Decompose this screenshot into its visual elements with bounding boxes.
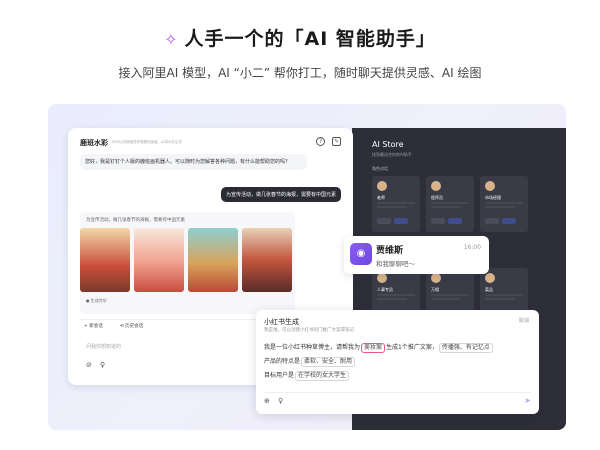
poster-image[interactable] [80, 228, 130, 292]
edit-icon[interactable]: ✎ [332, 137, 341, 146]
contact-time: 16:00 [463, 244, 481, 251]
store-title: AI Store [372, 140, 404, 149]
store-card[interactable]: 市场经理 [480, 176, 528, 232]
product-slot[interactable]: 美妆案 [361, 343, 386, 353]
poster-image[interactable] [188, 228, 238, 292]
sparkle-wand-icon: ✧ [164, 30, 179, 49]
avatar [431, 181, 441, 191]
writer-description: 我是谁，可以创建小红书热门推广文案或笔记 [264, 328, 354, 333]
chat-input[interactable]: 问我你想知道的 [86, 343, 121, 350]
store-card[interactable]: 程序员 [426, 176, 474, 232]
generation-status: ● 生成完毕 [86, 298, 107, 303]
bot-logo-icon: ◉ [350, 243, 372, 265]
store-section-label: 角色对话 [372, 166, 388, 171]
user-message-bubble: 为宣传活动，做几张春节的海报，需要有中国元素 [220, 187, 341, 202]
store-card[interactable]: 老师 [372, 176, 420, 232]
generation-result: 为宣传活动，做几张春节的海报，需要有中国元素 ● 生成完毕 [80, 212, 295, 314]
avatar [377, 181, 387, 191]
poster-image[interactable] [134, 228, 184, 292]
audience-slot[interactable]: 在学校的女大学生 [295, 371, 350, 381]
prompt-line: 产品的特点是 柔软、安全、耐用 [264, 356, 356, 367]
cancel-button[interactable]: 取消 [519, 317, 529, 324]
hero-title: ✧ 人手一个的「AI 智能助手」 [164, 28, 436, 50]
contact-name: 贾维斯 [376, 246, 404, 256]
prompt-line: 我是一位小红书种草博主，请帮我为 美妆案 生成1个推广文案， 传播强、有记忆点 [264, 342, 494, 353]
generation-prompt: 为宣传活动，做几张春节的海报，需要有中国元素 [86, 218, 185, 223]
avatar [431, 273, 441, 283]
store-subtitle: 找到最适合你的AI助手 [372, 152, 412, 157]
bulb-icon[interactable]: ♀ [100, 361, 105, 369]
hero-subtitle: 接入阿里AI 模型，AI “小二” 帮你打工，随时聊天提供灵感、AI 绘图 [118, 66, 482, 80]
chat-hint: 你可以向我描述你想要的画面，AI将为你生成 [112, 140, 182, 144]
contact-message: 和我聊聊吧～ [376, 260, 415, 268]
avatar [485, 273, 495, 283]
send-icon[interactable]: ➤ [524, 396, 531, 405]
style-slot[interactable]: 传播强、有记忆点 [438, 343, 493, 353]
avatar [377, 273, 387, 283]
plus-circle-icon[interactable]: ⊕ [264, 397, 270, 405]
feature-slot[interactable]: 柔软、安全、耐用 [301, 357, 356, 367]
xiaohongshu-writer-panel: 小红书生成 取消 我是谁，可以创建小红书热门推广文案或笔记 我是一位小红书种草博… [256, 310, 539, 414]
bulb-icon[interactable]: ♀ [278, 397, 283, 405]
paperclip-icon[interactable]: ⊘ [86, 361, 92, 369]
history-button[interactable]: ⟲ 历史会话 [120, 323, 143, 329]
prompt-line: 目标用户是 在学校的女大学生 [264, 370, 350, 381]
bot-greeting-bubble: 您好，我是钉钉个人版的鹿班画机器人。可以随时为您解答各种问题，有什么能帮助您的吗… [80, 154, 307, 170]
avatar [485, 181, 495, 191]
poster-image[interactable] [242, 228, 292, 292]
new-chat-button[interactable]: + 新会话 [84, 323, 103, 329]
writer-title: 小红书生成 [264, 318, 299, 326]
chat-bot-name: 鹿班水彩 [80, 139, 108, 147]
question-icon[interactable]: ? [316, 137, 325, 146]
contact-card-jarvis[interactable]: ◉ 贾维斯 16:00 和我聊聊吧～ [344, 236, 489, 274]
